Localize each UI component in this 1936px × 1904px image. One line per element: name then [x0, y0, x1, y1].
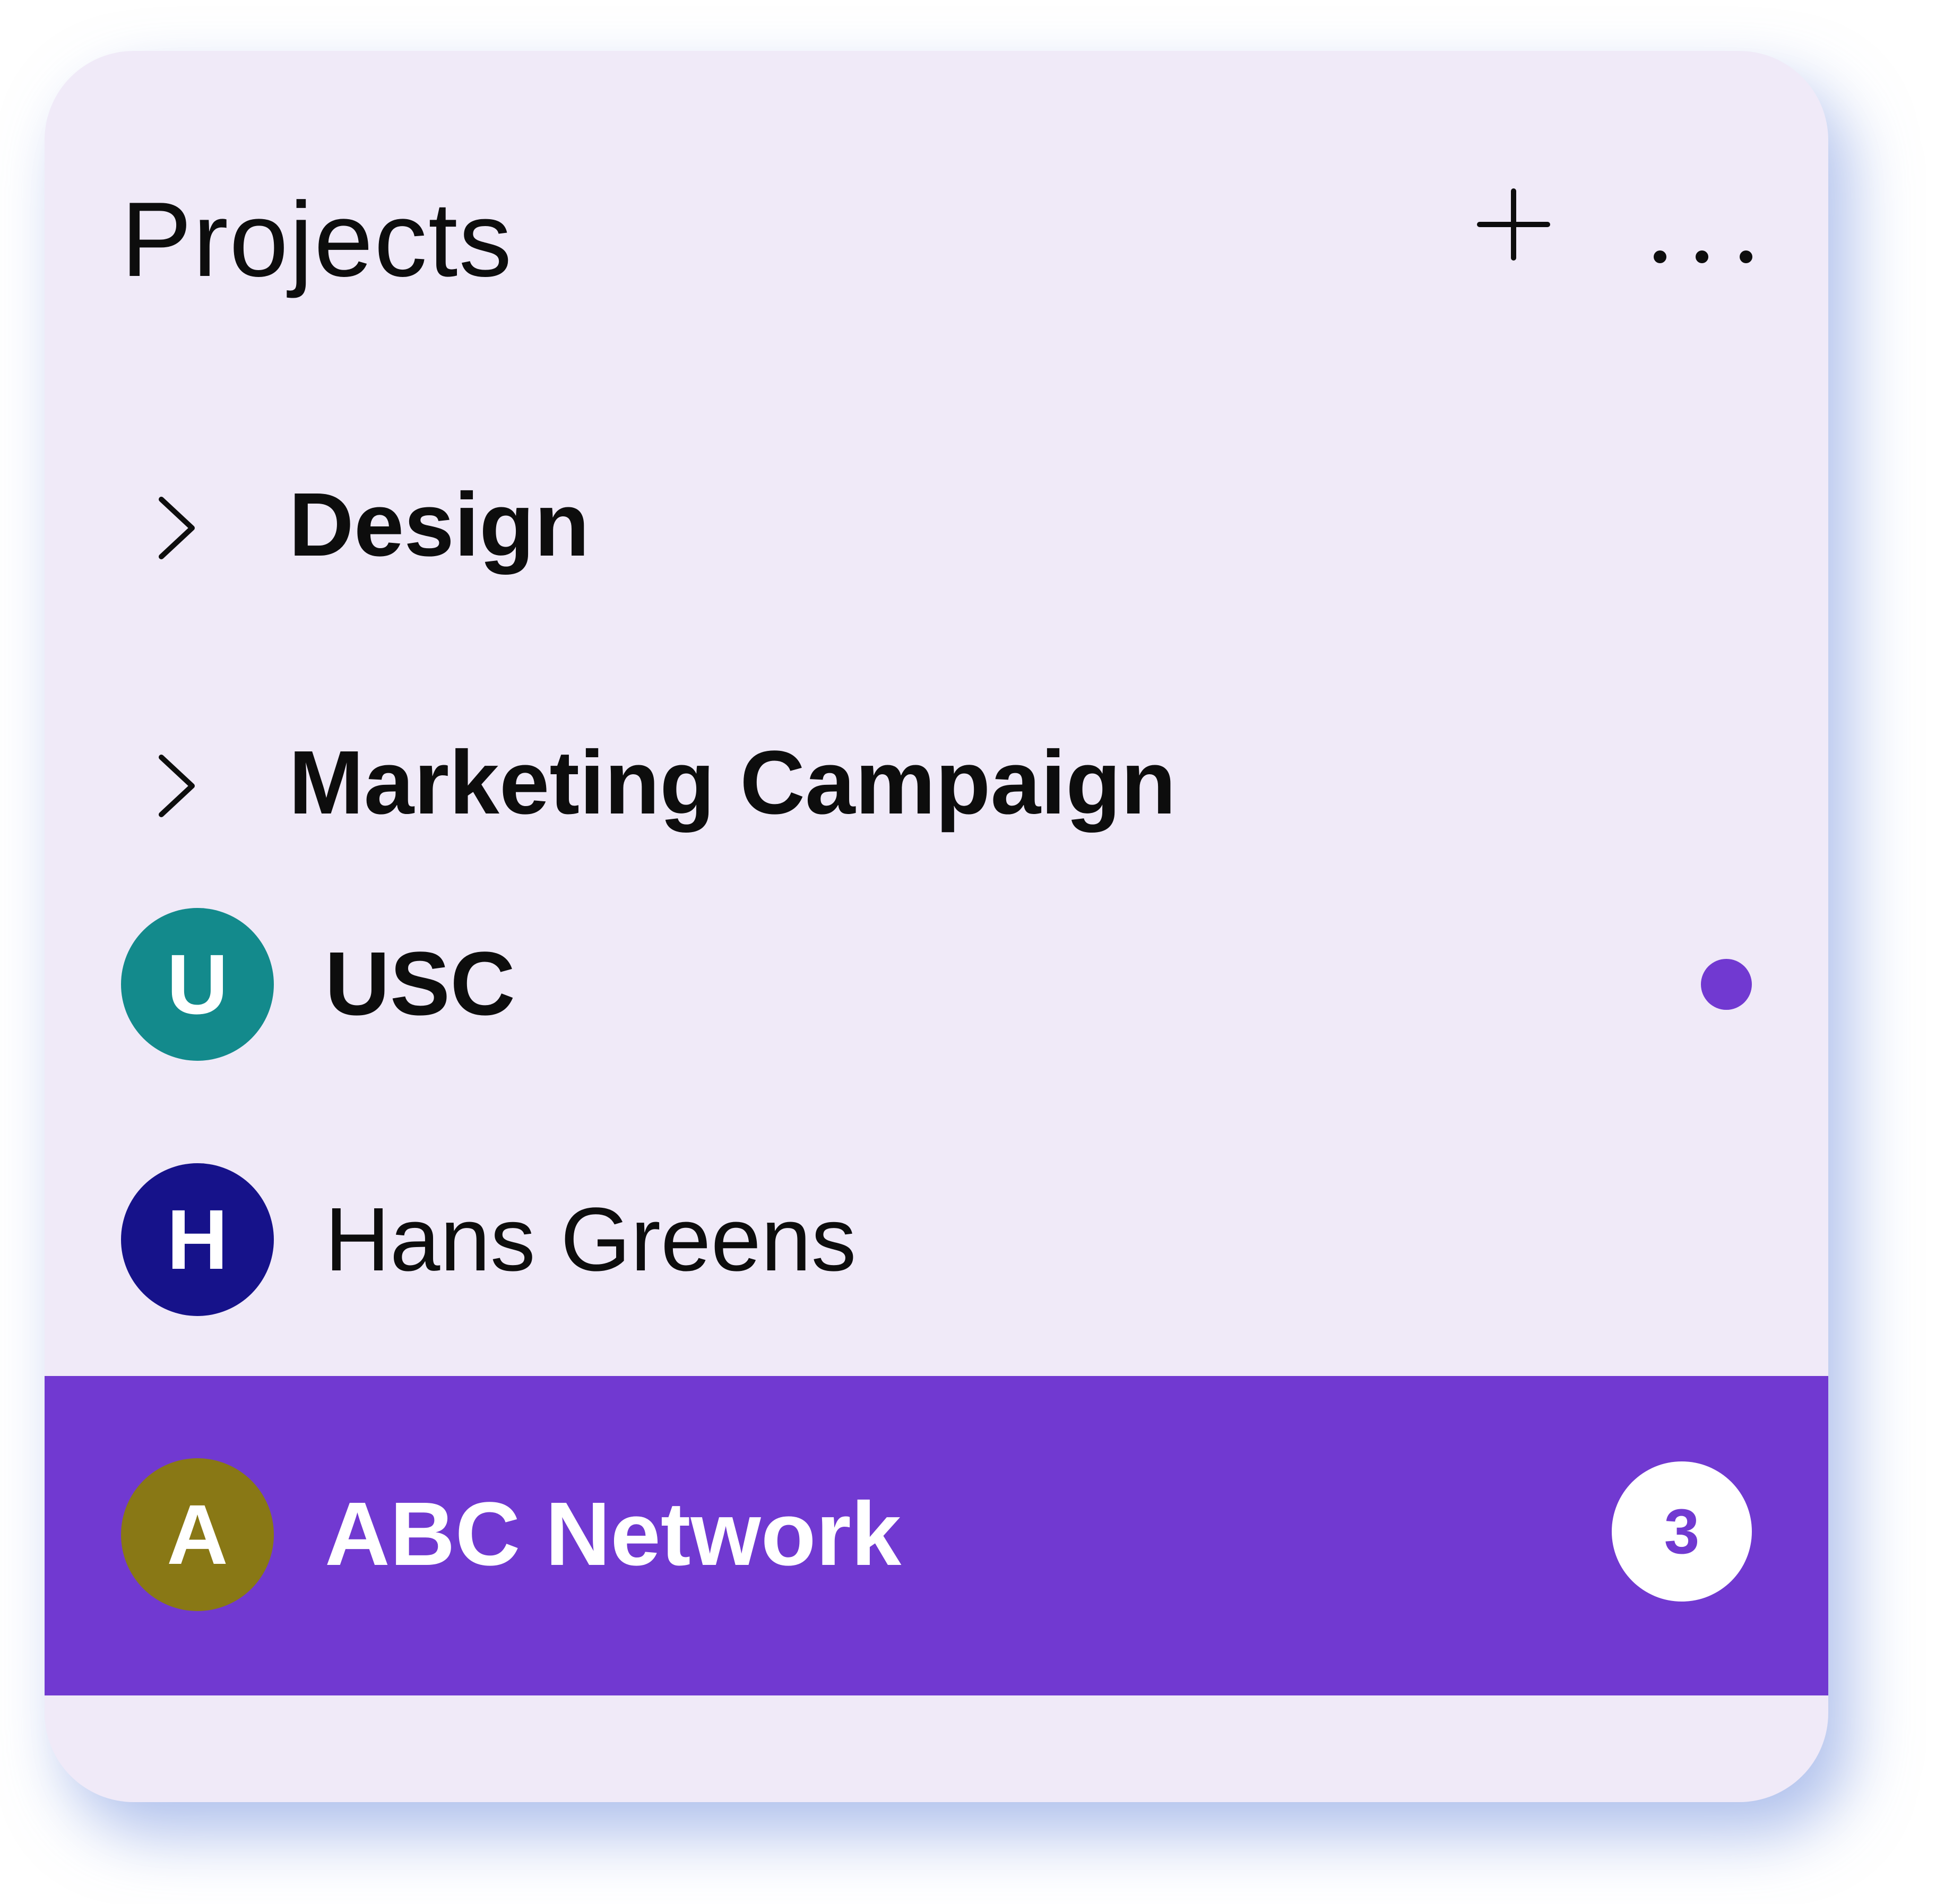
chevron-right-icon[interactable] [151, 748, 214, 822]
project-row-abc-network[interactable]: A ABC Network 3 [45, 1376, 1828, 1695]
count-badge: 3 [1612, 1461, 1752, 1602]
folder-label: Design [289, 474, 590, 575]
project-label: USC [325, 933, 515, 1034]
projects-panel: Projects Design Marketing Campaign U USC… [45, 51, 1828, 1802]
folder-row-marketing-campaign[interactable]: Marketing Campaign [45, 705, 1828, 859]
project-row-hans-greens[interactable]: H Hans Greens [45, 1163, 1828, 1317]
panel-title: Projects [121, 180, 513, 299]
more-horizontal-icon[interactable] [1649, 244, 1782, 276]
avatar: A [121, 1458, 274, 1611]
project-row-usc[interactable]: U USC [45, 907, 1828, 1061]
unread-indicator [1701, 959, 1752, 1010]
avatar: U [121, 908, 274, 1061]
project-label: Hans Greens [325, 1189, 857, 1290]
project-label: ABC Network [325, 1484, 902, 1585]
folder-label: Marketing Campaign [289, 732, 1176, 833]
plus-icon[interactable] [1471, 180, 1556, 265]
avatar: H [121, 1163, 274, 1316]
folder-row-design[interactable]: Design [45, 447, 1828, 601]
chevron-right-icon[interactable] [151, 490, 214, 564]
